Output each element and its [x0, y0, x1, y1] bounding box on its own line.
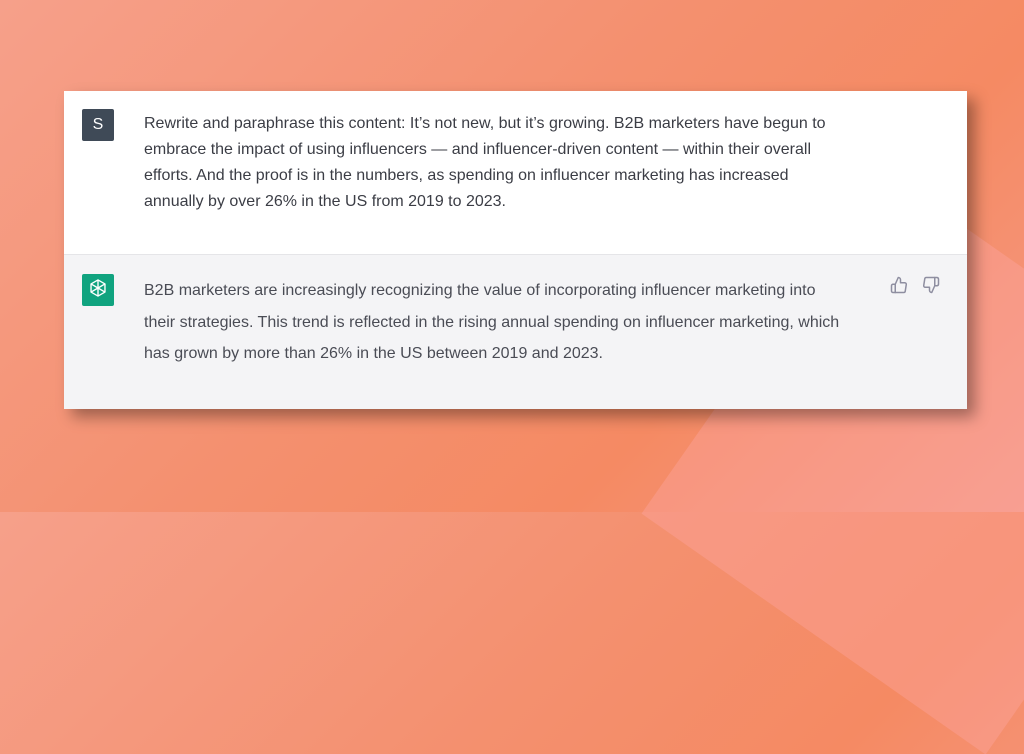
thumbs-up-icon [890, 276, 908, 299]
user-message-text: Rewrite and paraphrase this content: It’… [144, 115, 826, 210]
thumbs-down-icon [922, 276, 940, 299]
assistant-message-text: B2B marketers are increasingly recognizi… [144, 282, 840, 362]
openai-logo-icon [87, 277, 109, 304]
chat-conversation: S Rewrite and paraphrase this content: I… [64, 91, 967, 409]
thumbs-up-button[interactable] [889, 276, 909, 299]
thumbs-down-button[interactable] [921, 276, 941, 299]
feedback-buttons [889, 276, 941, 299]
assistant-avatar [82, 274, 114, 306]
assistant-message: B2B marketers are increasingly recognizi… [64, 255, 967, 409]
user-message: S Rewrite and paraphrase this content: I… [64, 91, 967, 255]
user-avatar: S [82, 109, 114, 141]
